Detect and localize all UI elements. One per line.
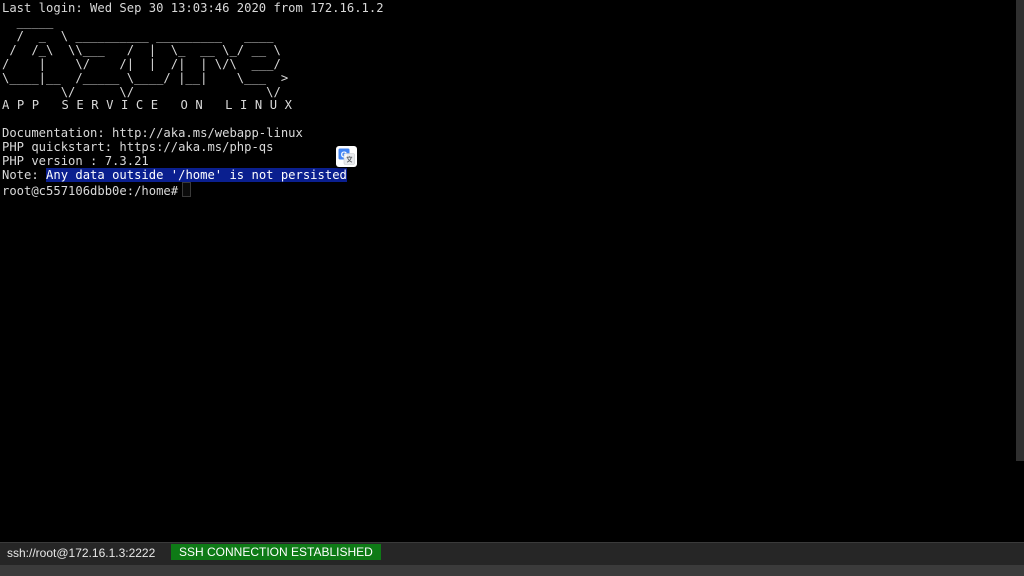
app-service-banner: A P P S E R V I C E O N L I N U X	[2, 98, 293, 112]
ascii-art-line: / _ \ __________ _________ ____	[2, 29, 274, 43]
ascii-art-line: / /_\ \\___ / | \_ __ \_/ __ \	[2, 43, 281, 57]
selected-text[interactable]: Any data outside '/home' is not persiste…	[46, 168, 347, 182]
connection-address: ssh://root@172.16.1.3:2222	[7, 546, 156, 560]
terminal-cursor	[182, 182, 192, 197]
shell-prompt-line[interactable]: root@c557106dbb0e:/home#	[2, 182, 192, 198]
translate-button[interactable]: G	[336, 146, 357, 167]
status-bar: ssh://root@172.16.1.3:2222 SSH CONNECTIO…	[0, 542, 1024, 565]
documentation-line: Documentation: http://aka.ms/webapp-linu…	[2, 126, 303, 140]
ascii-art-line: \____|__ /_____ \____/ |__| \___ >	[2, 71, 289, 85]
google-translate-icon: G	[338, 148, 355, 165]
translate-glyph: G	[341, 150, 348, 160]
last-login-line: Last login: Wed Sep 30 13:03:46 2020 fro…	[2, 1, 384, 15]
bottom-strip	[0, 565, 1024, 576]
terminal-screen[interactable]: Last login: Wed Sep 30 13:03:46 2020 fro…	[0, 0, 1014, 542]
note-label: Note:	[2, 168, 47, 182]
php-quickstart-line: PHP quickstart: https://aka.ms/php-qs	[2, 140, 274, 154]
shell-prompt: root@c557106dbb0e:/home#	[2, 184, 179, 198]
scrollbar-thumb[interactable]	[1016, 0, 1024, 461]
ascii-art-line: / | \/ /| | /| | \/\ ___/	[2, 57, 281, 71]
note-line: Note: Any data outside '/home' is not pe…	[2, 168, 347, 182]
ascii-art-line: \/ \/ \/	[2, 85, 281, 99]
php-version-line: PHP version : 7.3.21	[2, 154, 149, 168]
ascii-art-line: _____	[2, 15, 54, 29]
connection-status-badge: SSH CONNECTION ESTABLISHED	[171, 544, 381, 560]
